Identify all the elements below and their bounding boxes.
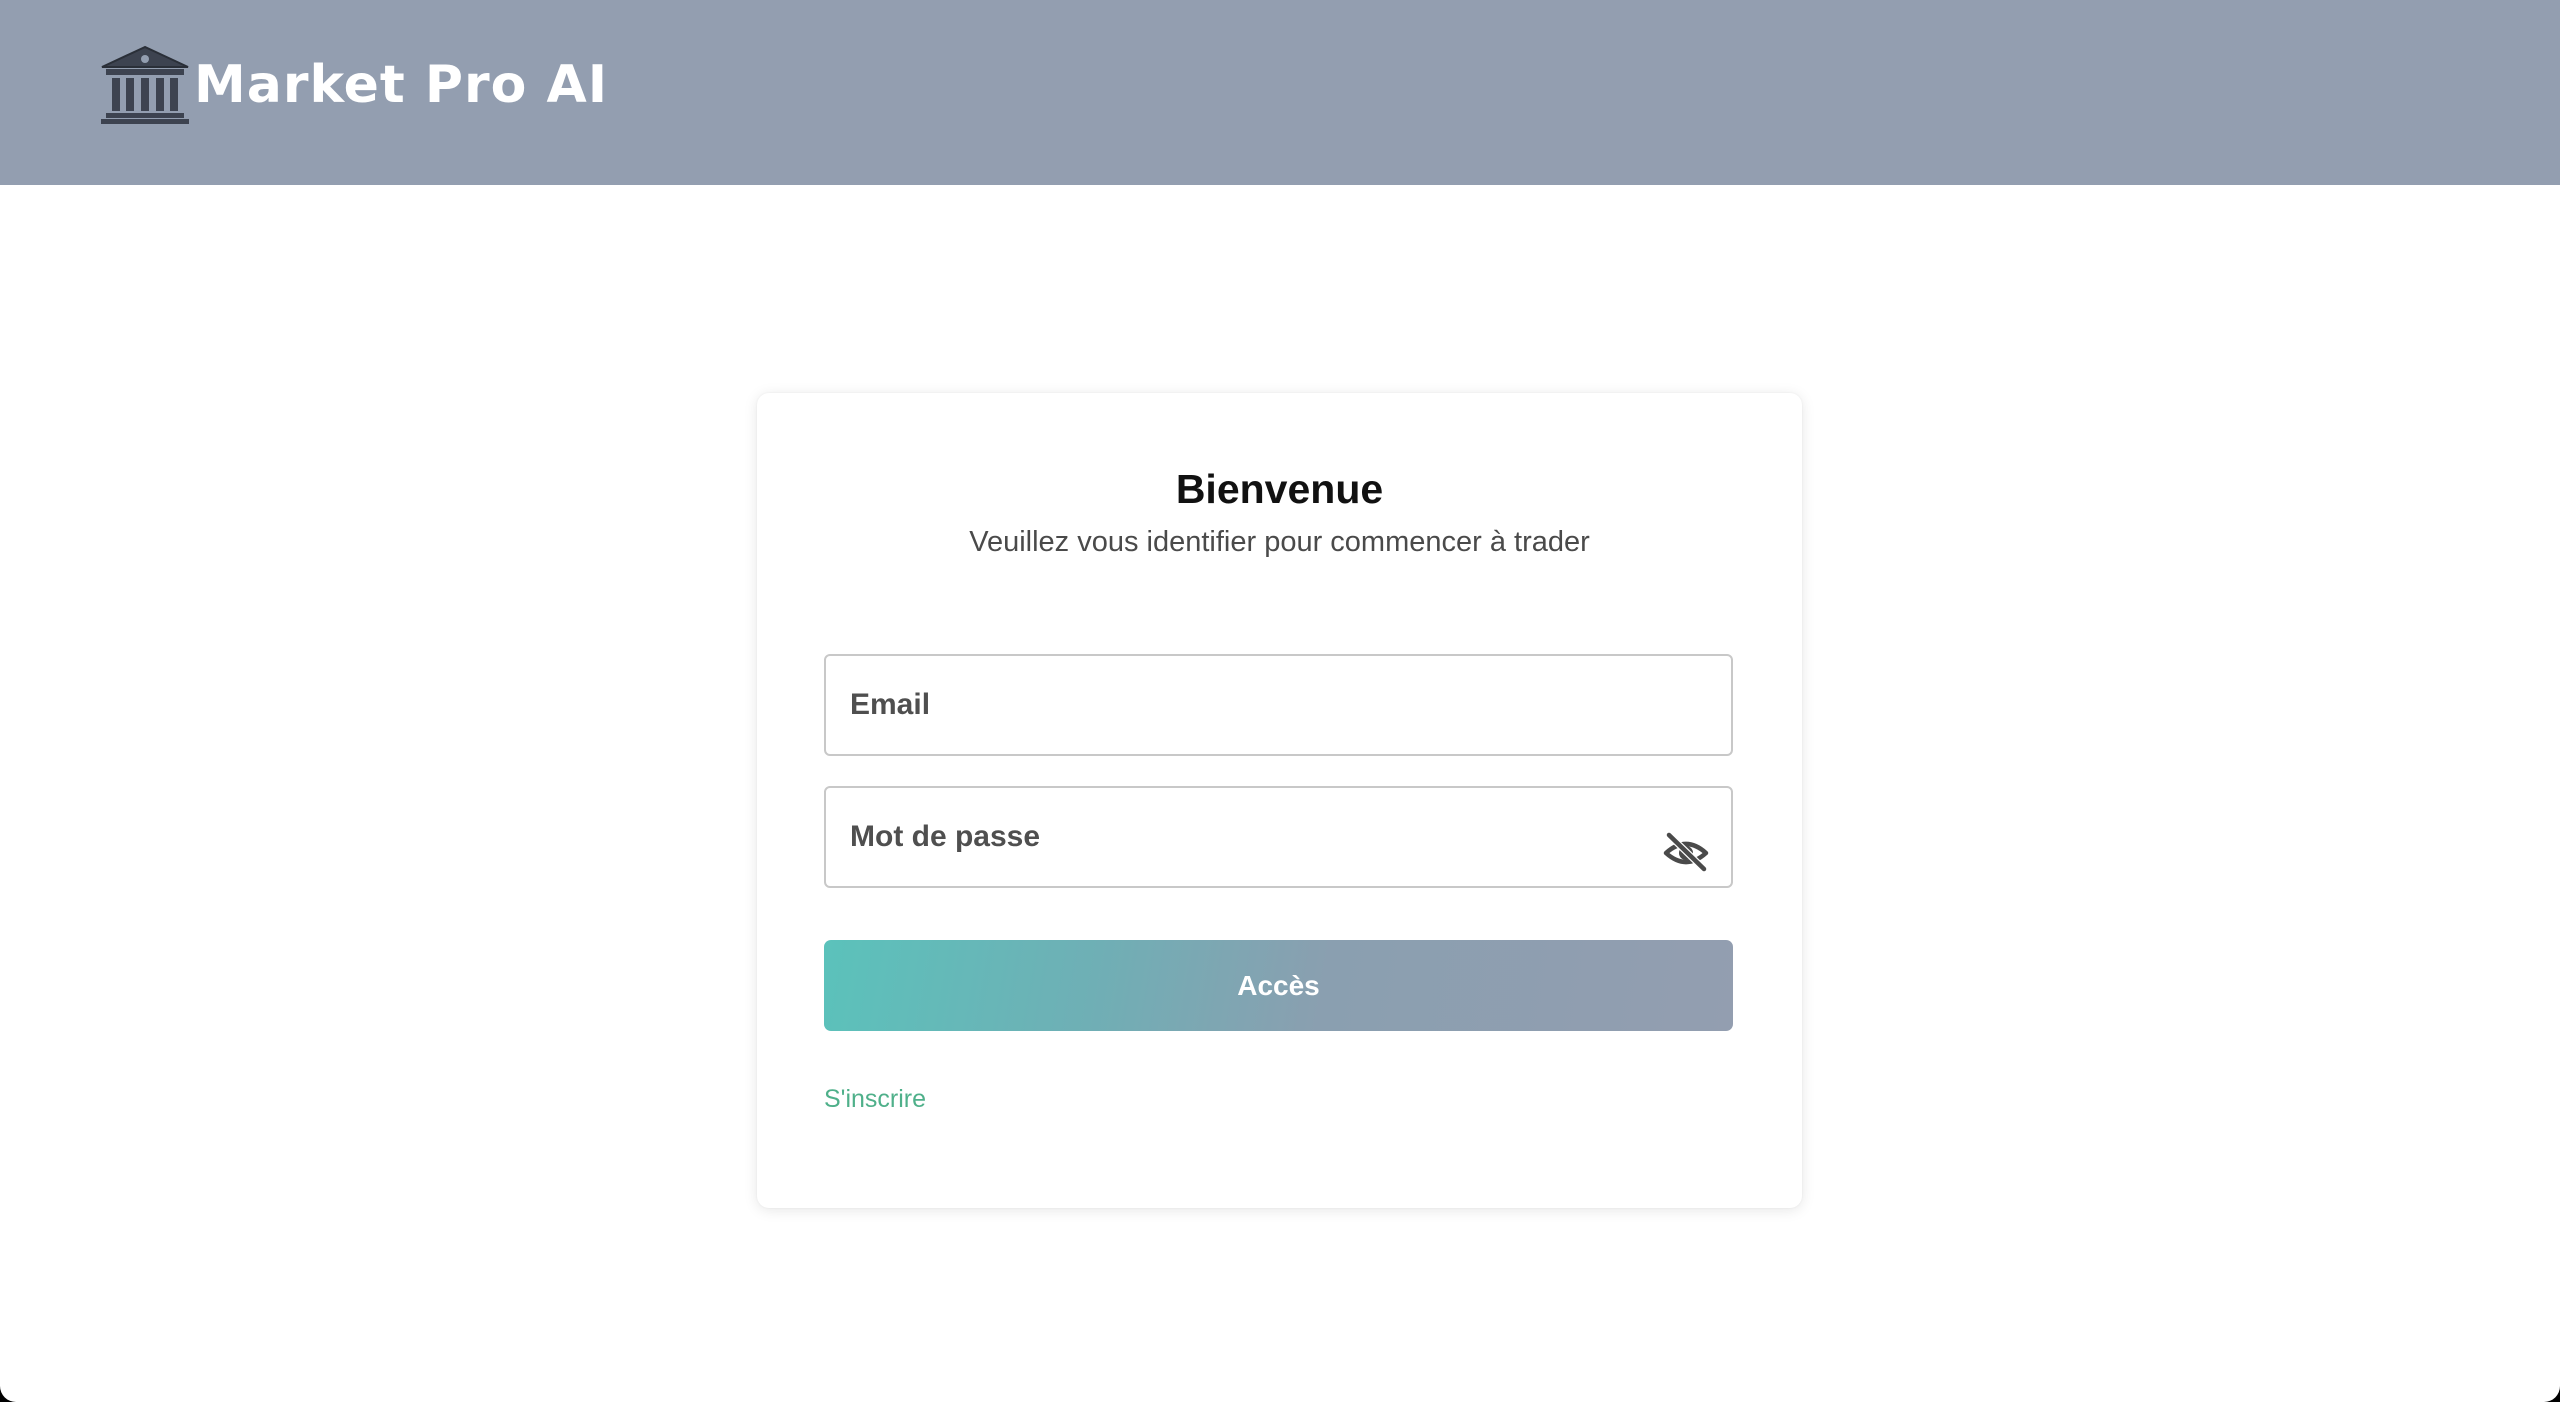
login-subtitle: Veuillez vous identifier pour commencer … — [969, 526, 1590, 558]
eye-off-icon[interactable] — [1663, 832, 1709, 872]
top-header: Market Pro AI — [0, 0, 2560, 185]
app-window: Market Pro AI Bienvenue Veuillez vous id… — [0, 0, 2560, 1402]
password-field — [824, 786, 1733, 888]
brand-logo-link[interactable]: Market Pro AI — [98, 44, 608, 126]
access-button[interactable]: Accès — [824, 940, 1733, 1031]
signup-link[interactable]: S'inscrire — [824, 1084, 926, 1114]
login-card: Bienvenue Veuillez vous identifier pour … — [757, 393, 1802, 1208]
bank-building-icon — [101, 45, 189, 124]
email-input[interactable] — [826, 656, 1731, 754]
brand-name: Market Pro AI — [194, 55, 609, 115]
password-input[interactable] — [826, 788, 1731, 886]
login-title: Bienvenue — [1175, 466, 1384, 512]
email-field — [824, 654, 1733, 756]
